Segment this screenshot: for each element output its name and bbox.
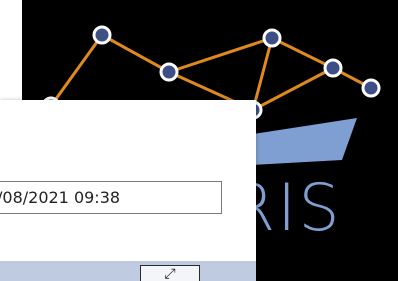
datetime-field[interactable]: /08/2021 09:38 — [0, 181, 222, 214]
dialog-bottom-bar — [0, 261, 256, 281]
ship-icon — [247, 118, 357, 165]
expand-button[interactable]: ⤢ — [140, 265, 200, 281]
expand-icon: ⤢ — [164, 265, 176, 281]
dialog-window: /08/2021 09:38 ⤢ — [0, 100, 256, 281]
